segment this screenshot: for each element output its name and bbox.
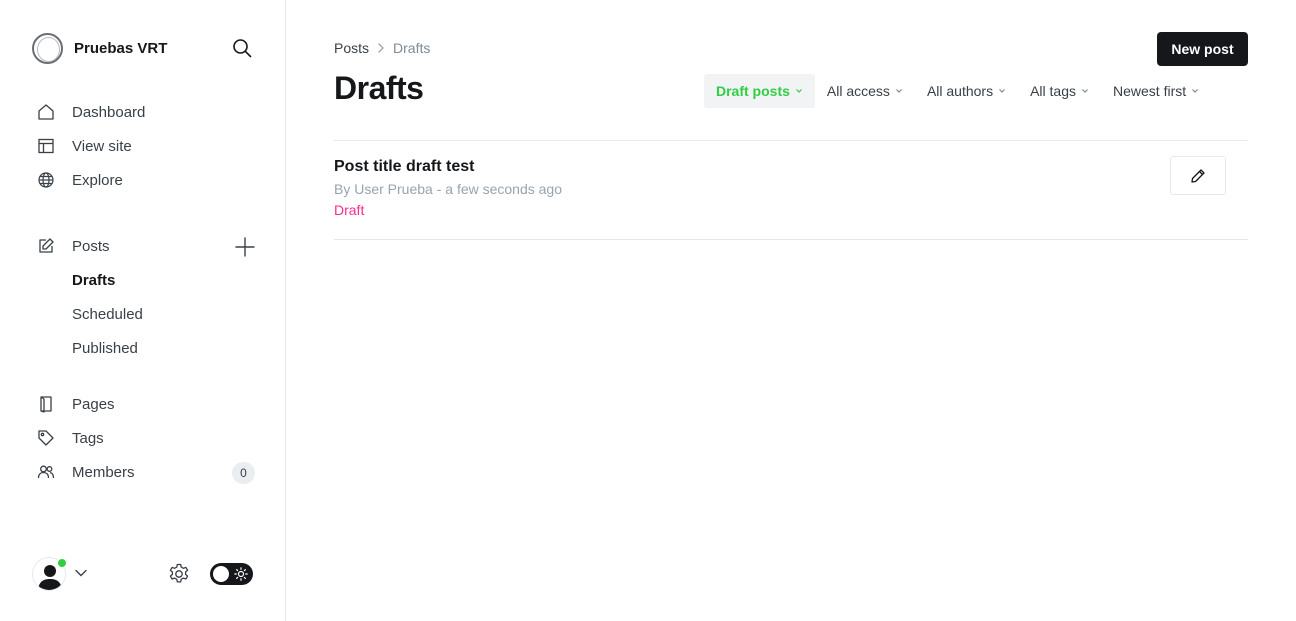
theme-toggle[interactable] [210,563,253,585]
new-post-plus-button[interactable] [234,236,256,258]
filter-order[interactable]: Newest first [1101,74,1211,108]
nav-tags-label: Tags [72,429,104,447]
new-post-button[interactable]: New post [1157,32,1248,66]
breadcrumb-current: Drafts [393,40,431,56]
edit-icon [36,236,56,256]
nav-view-site[interactable]: View site [36,134,132,158]
nav-explore[interactable]: Explore [36,168,123,192]
members-icon [36,462,56,482]
nav-posts-label: Posts [72,237,110,255]
filter-access-label: All access [826,83,890,99]
nav-scheduled[interactable]: Scheduled [72,302,143,326]
nav-members[interactable]: Members [36,460,135,484]
post-meta: By User Prueba - a few seconds ago [334,181,563,197]
site-logo [32,32,63,64]
nav-pages-label: Pages [72,395,115,413]
gear-icon[interactable] [167,562,191,586]
breadcrumb-posts-link[interactable]: Posts [334,40,369,56]
chevron-down-icon[interactable] [74,566,88,580]
sidebar: Pruebas VRT Dashboard View site Explore … [0,0,286,621]
plus-icon [235,237,255,257]
filter-tags[interactable]: All tags [1018,74,1101,108]
nav-posts[interactable]: Posts [36,234,110,258]
layout-icon [36,136,56,156]
chevron-right-icon [378,43,384,53]
brand[interactable]: Pruebas VRT [32,32,167,64]
filter-authors-label: All authors [926,83,994,99]
filter-access[interactable]: All access [815,74,915,108]
chevron-down-icon [1192,89,1199,93]
nav-members-label: Members [72,463,135,481]
nav-explore-label: Explore [72,171,123,189]
filter-tags-label: All tags [1030,83,1077,99]
post-list-item[interactable]: Post title draft test By User Prueba - a… [334,141,1248,240]
toggle-knob [213,566,229,582]
post-title[interactable]: Post title draft test [334,158,474,176]
page-icon [36,394,56,414]
edit-post-button[interactable] [1170,156,1226,195]
nav-dashboard[interactable]: Dashboard [36,100,145,124]
filter-order-label: Newest first [1113,83,1187,99]
filter-bar: Draft posts All access All authors All t… [704,74,1211,108]
chevron-down-icon [999,89,1006,93]
filter-authors[interactable]: All authors [915,74,1018,108]
nav-drafts[interactable]: Drafts [72,268,115,292]
home-icon [36,102,56,122]
nav-tags[interactable]: Tags [36,426,104,450]
globe-icon [36,170,56,190]
nav-view-site-label: View site [72,137,132,155]
post-status: Draft [334,202,365,218]
tag-icon [36,428,56,448]
page-title: Drafts [334,70,424,106]
pencil-icon [1191,168,1205,183]
site-name: Pruebas VRT [74,39,168,57]
chevron-down-icon [896,89,902,93]
online-status-dot [57,558,67,568]
chevron-down-icon [1082,89,1088,93]
members-count-badge: 0 [232,462,255,484]
nav-pages[interactable]: Pages [36,392,115,416]
search-button[interactable] [230,36,254,60]
main-content: Posts Drafts Drafts New post Draft posts… [286,0,1296,621]
filter-type-label: Draft posts [716,83,790,99]
filter-type[interactable]: Draft posts [704,74,815,108]
nav-dashboard-label: Dashboard [72,103,146,121]
sun-icon [234,567,248,581]
search-icon [233,39,252,58]
breadcrumb: Posts Drafts [334,40,430,56]
nav-published[interactable]: Published [72,336,138,360]
chevron-down-icon [795,89,802,93]
